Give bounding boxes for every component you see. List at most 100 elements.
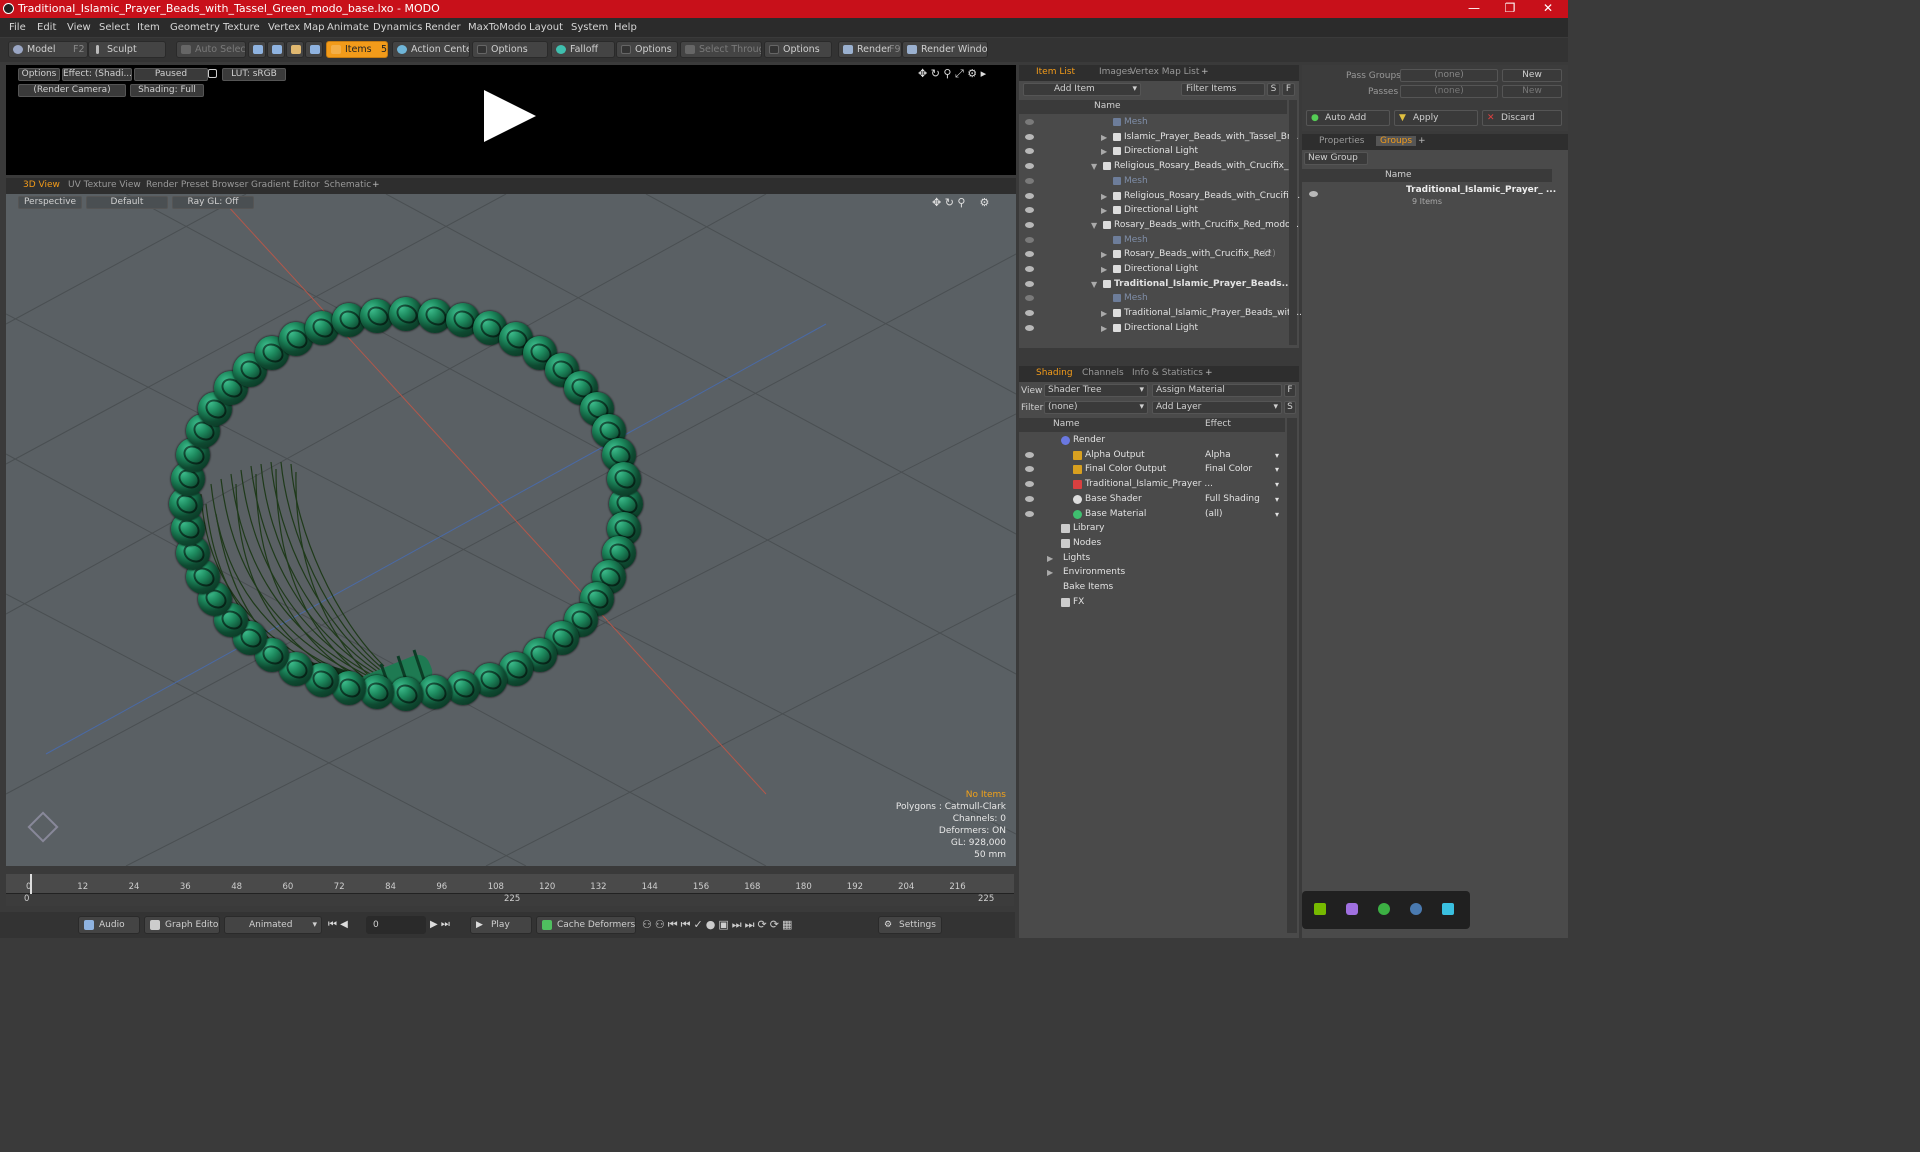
auto-select-button[interactable]: Auto Select xyxy=(176,41,246,58)
eye-icon[interactable] xyxy=(1025,295,1034,302)
filter-dropdown[interactable]: (none) ▾ xyxy=(1044,401,1148,414)
key-tool-icons[interactable]: ⚇⚇⏮⏮✓●▣⏭⏭⟳⟳▦ xyxy=(642,918,795,932)
view-dropdown[interactable]: Shader Tree ▾ xyxy=(1044,384,1148,397)
tab-item-list[interactable]: Item List xyxy=(1036,67,1075,77)
perspective-dropdown[interactable]: Perspective xyxy=(18,196,82,209)
eye-icon[interactable] xyxy=(1025,251,1034,258)
shader-row[interactable]: Bake Items xyxy=(1019,580,1285,595)
select-through-button[interactable]: Select Through xyxy=(680,41,762,58)
tab-channels[interactable]: Channels xyxy=(1082,368,1124,378)
shader-row[interactable]: ▶ Lights xyxy=(1019,551,1285,566)
shader-row[interactable]: Library xyxy=(1019,521,1285,536)
eye-icon[interactable] xyxy=(1025,481,1034,488)
polygons-mode-button[interactable] xyxy=(286,41,304,58)
menu-texture[interactable]: Texture xyxy=(223,22,260,33)
filter-s-button[interactable]: S xyxy=(1267,83,1280,96)
item-row[interactable]: ▶ Directional Light xyxy=(1019,144,1287,159)
eye-icon[interactable] xyxy=(1025,221,1034,228)
animated-dropdown[interactable]: Animated ▾ xyxy=(224,916,322,934)
viewport-3d[interactable]: Perspective Default Ray GL: Off ✥ ↻ ⚲ ⚙ … xyxy=(6,194,1016,866)
paused-button[interactable]: Paused xyxy=(134,68,208,81)
tab-3d-view[interactable]: 3D View xyxy=(23,180,60,190)
chevron-down-icon[interactable]: ▾ xyxy=(1275,448,1279,463)
eye-icon[interactable] xyxy=(1025,495,1034,502)
add-tab-icon[interactable]: + xyxy=(1418,136,1426,146)
item-row[interactable]: ▶ Islamic_Prayer_Beads_with_Tassel_Br... xyxy=(1019,130,1298,145)
discard-button[interactable]: ✕ Discard xyxy=(1482,110,1562,126)
item-row[interactable]: ▶ Religious_Rosary_Beads_with_Crucifi ... xyxy=(1019,189,1300,204)
cache-deformers-button[interactable]: Cache Deformers xyxy=(536,916,636,934)
assign-material-field[interactable]: Assign Material xyxy=(1152,384,1282,397)
default-dropdown[interactable]: Default xyxy=(86,196,168,209)
edges-mode-button[interactable] xyxy=(267,41,285,58)
app-icon[interactable] xyxy=(1346,903,1358,915)
shading-dropdown[interactable]: Shading: Full xyxy=(130,84,204,97)
menu-file[interactable]: File xyxy=(9,22,26,33)
eye-icon[interactable] xyxy=(1025,192,1034,199)
eye-icon[interactable] xyxy=(1025,133,1034,140)
menu-dynamics[interactable]: Dynamics xyxy=(373,22,422,33)
chevron-down-icon[interactable]: ▾ xyxy=(1275,492,1279,507)
eye-icon[interactable] xyxy=(1025,324,1034,331)
chevron-down-icon[interactable]: ▾ xyxy=(1275,462,1279,477)
menu-layout[interactable]: Layout xyxy=(529,22,563,33)
eye-icon[interactable] xyxy=(1025,266,1034,272)
render-button[interactable]: Render F9 xyxy=(838,41,902,58)
shading-f-button[interactable]: F xyxy=(1284,384,1296,397)
item-row[interactable]: ▶ Rosary_Beads_with_Crucifix_Red (2) xyxy=(1019,247,1287,262)
eye-icon[interactable] xyxy=(1025,236,1034,243)
eye-icon[interactable] xyxy=(1025,451,1034,458)
preview-nav-icons[interactable]: ✥ ↻ ⚲ ⤢ ⚙ ▸ xyxy=(918,67,986,81)
items-mode-button[interactable]: Items 5 xyxy=(326,41,388,58)
new-group-button[interactable]: New Group xyxy=(1304,152,1368,165)
steam-icon[interactable] xyxy=(1410,903,1422,915)
menu-render[interactable]: Render xyxy=(425,22,461,33)
prev-key-buttons[interactable]: ⏮ ◀ xyxy=(328,919,348,930)
shading-s-button[interactable]: S xyxy=(1284,401,1296,414)
frame-field[interactable]: 0 xyxy=(366,916,426,934)
display-icon[interactable] xyxy=(1442,903,1454,915)
maximize-icon[interactable]: ❐ xyxy=(1492,0,1528,18)
menu-edit[interactable]: Edit xyxy=(37,22,56,33)
expand-arrow-icon[interactable]: ▶ xyxy=(1101,321,1107,336)
eye-icon[interactable] xyxy=(1309,191,1318,197)
raygl-dropdown[interactable]: Ray GL: Off xyxy=(172,196,254,209)
expand-arrow-icon[interactable]: ▶ xyxy=(1101,189,1107,204)
eye-icon[interactable] xyxy=(1025,466,1034,473)
add-tab-icon[interactable]: + xyxy=(1201,67,1209,77)
nvidia-icon[interactable] xyxy=(1314,903,1326,915)
eye-icon[interactable] xyxy=(1025,163,1034,170)
expand-arrow-icon[interactable]: ▶ xyxy=(1101,203,1107,218)
item-row[interactable]: Mesh xyxy=(1019,291,1287,306)
item-row[interactable]: ▼ Traditional_Islamic_Prayer_Beads... xyxy=(1019,277,1292,292)
shader-row[interactable]: Base Shader Full Shading ▾ xyxy=(1019,492,1285,507)
play-icon[interactable] xyxy=(484,90,536,142)
chevron-down-icon[interactable]: ▾ xyxy=(1275,507,1279,522)
shader-row[interactable]: ▶ Environments xyxy=(1019,565,1285,580)
lut-dropdown[interactable]: LUT: sRGB xyxy=(222,68,286,81)
settings-button[interactable]: ⚙ Settings xyxy=(878,916,942,934)
menu-help[interactable]: Help xyxy=(614,22,637,33)
item-row[interactable]: ▶ Directional Light xyxy=(1019,203,1287,218)
menu-system[interactable]: System xyxy=(571,22,608,33)
action-center-button[interactable]: Action Center xyxy=(392,41,470,58)
group-row[interactable]: Traditional_Islamic_Prayer_ ... 9 Items xyxy=(1302,183,1556,209)
expand-arrow-icon[interactable]: ▶ xyxy=(1101,262,1107,277)
materials-mode-button[interactable] xyxy=(305,41,323,58)
eye-icon[interactable] xyxy=(1025,207,1034,214)
add-tab-icon[interactable]: + xyxy=(372,180,380,190)
eye-icon[interactable] xyxy=(1025,177,1034,184)
item-row[interactable]: ▼ Rosary_Beads_with_Crucifix_Red_modo... xyxy=(1019,218,1299,233)
menu-maxtomodo[interactable]: MaxToModo xyxy=(468,22,526,33)
tab-render-preset-browser[interactable]: Render Preset Browser xyxy=(146,180,248,190)
expand-arrow-icon[interactable]: ▶ xyxy=(1101,130,1107,145)
eye-icon[interactable] xyxy=(1025,119,1034,125)
lock-icon[interactable] xyxy=(208,69,217,78)
tab-vertex-map-list[interactable]: Vertex Map List xyxy=(1130,67,1199,77)
playhead[interactable] xyxy=(30,874,32,894)
item-row[interactable]: ▶ Traditional_Islamic_Prayer_Beads_wit ..… xyxy=(1019,306,1302,321)
eye-icon[interactable] xyxy=(1025,148,1034,155)
vertices-mode-button[interactable] xyxy=(248,41,266,58)
auto-add-button[interactable]: ● Auto Add xyxy=(1306,110,1390,126)
preview-options-button[interactable]: Options xyxy=(18,68,60,81)
